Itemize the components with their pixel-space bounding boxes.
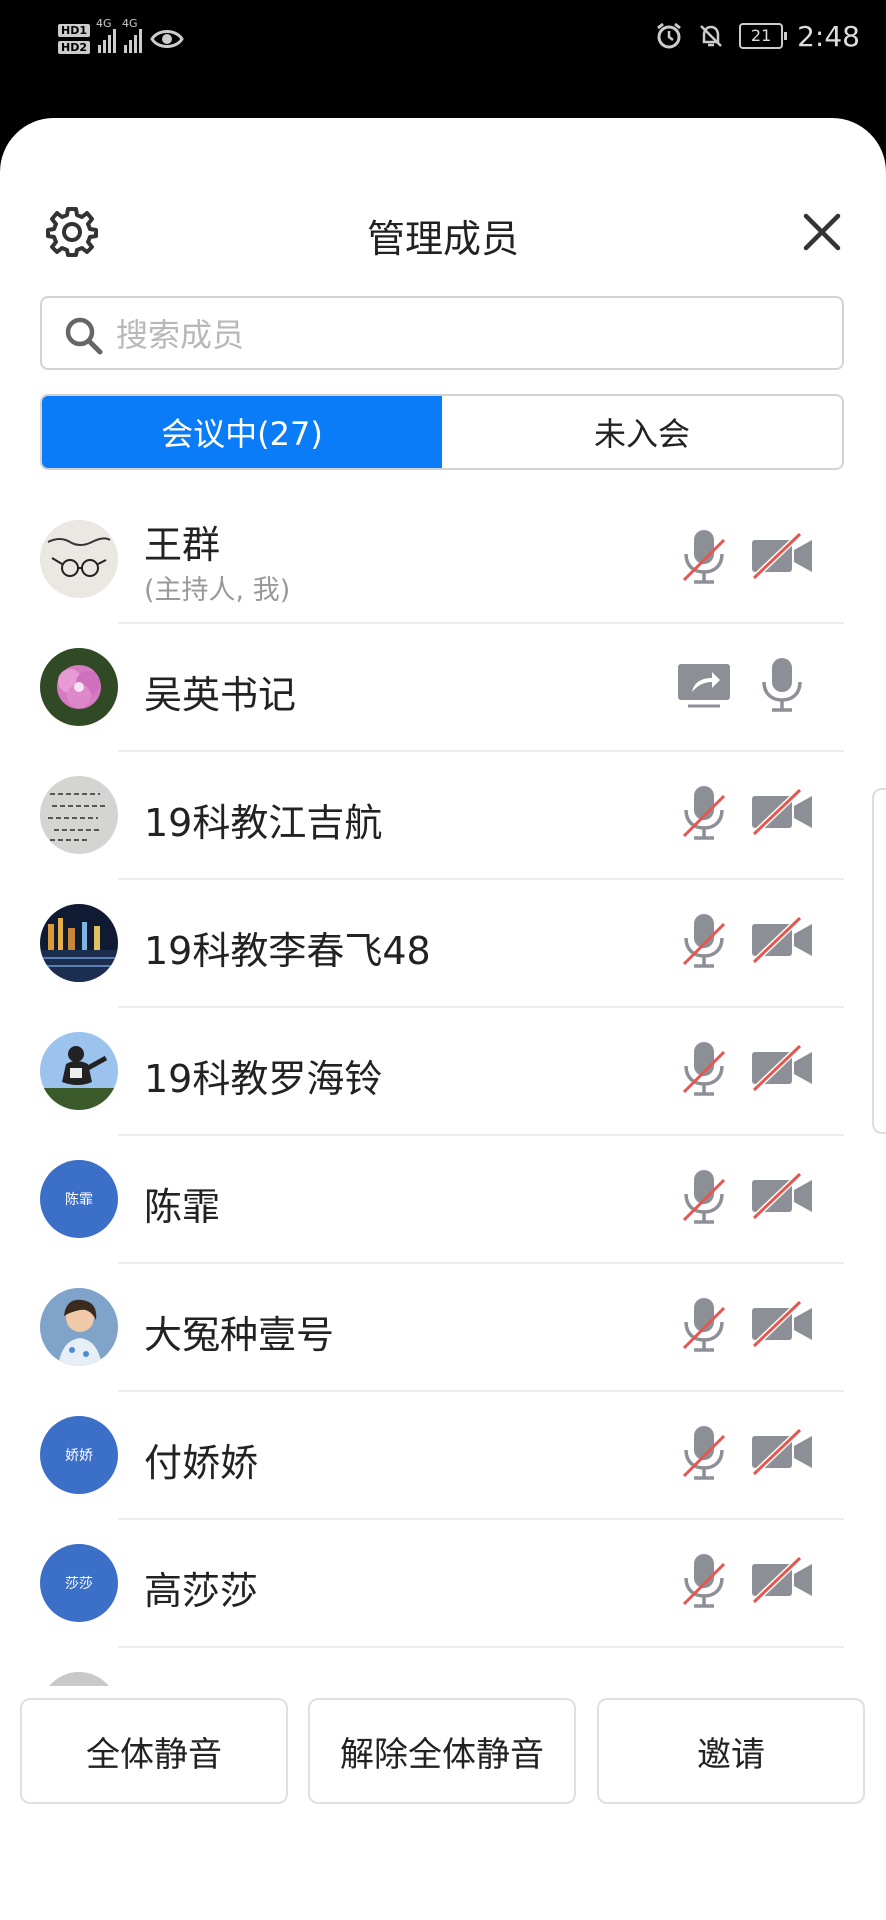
member-row[interactable]: 大冤种壹号: [0, 1264, 886, 1392]
member-name: 高莎莎: [144, 1569, 259, 1613]
member-row[interactable]: 王群 (主持人, 我): [0, 496, 886, 624]
mic-muted-icon[interactable]: [672, 1420, 736, 1484]
eye-icon: [150, 30, 184, 48]
camera-off-icon[interactable]: [750, 1420, 814, 1484]
bell-off-icon: [700, 25, 722, 47]
manage-members-sheet: 管理成员 会议中(27) 未入会 王群: [0, 118, 886, 1920]
member-row-partial[interactable]: [0, 1648, 886, 1686]
status-bar: HD1 HD2 4G 4G 21 2:48: [0, 0, 886, 118]
hd-indicators: HD1 HD2: [58, 24, 90, 54]
avatar: 莎莎: [40, 1544, 118, 1622]
camera-off-icon[interactable]: [750, 908, 814, 972]
mic-muted-icon[interactable]: [672, 1292, 736, 1356]
member-name: 19科教罗海铃: [144, 1057, 383, 1101]
camera-off-icon[interactable]: [750, 1036, 814, 1100]
battery-indicator: 21: [739, 23, 788, 49]
member-name: 王群: [144, 523, 221, 567]
mic-icon[interactable]: [750, 652, 814, 716]
avatar: [40, 1288, 118, 1366]
unmute-all-button[interactable]: 解除全体静音: [308, 1698, 576, 1804]
member-row[interactable]: 娇娇 付娇娇: [0, 1392, 886, 1520]
screen-share-icon: [678, 664, 730, 708]
camera-off-icon[interactable]: [750, 780, 814, 844]
camera-off-icon[interactable]: [750, 1548, 814, 1612]
sheet-header: 管理成员: [0, 188, 886, 268]
member-list[interactable]: 王群 (主持人, 我) 吴英书记 19科教江吉航 19科教李春飞48 19科教罗…: [0, 496, 886, 1686]
search-box[interactable]: [40, 296, 844, 370]
member-row[interactable]: 陈霏 陈霏: [0, 1136, 886, 1264]
invite-button[interactable]: 邀请: [597, 1698, 865, 1804]
tab-not-joined[interactable]: 未入会: [442, 396, 842, 468]
alarm-icon: [657, 22, 682, 49]
signal-icon: 4G: [96, 17, 116, 53]
mic-muted-icon[interactable]: [672, 780, 736, 844]
avatar: [40, 1032, 118, 1110]
member-tabs: 会议中(27) 未入会: [40, 394, 844, 470]
avatar: [40, 904, 118, 982]
search-icon: [65, 317, 103, 355]
status-right: 21 2:48: [655, 14, 860, 58]
member-name: 陈霏: [144, 1185, 221, 1229]
hd2-badge: HD2: [58, 41, 90, 54]
tab-in-meeting[interactable]: 会议中(27): [42, 396, 442, 468]
avatar: [40, 1672, 118, 1686]
mute-all-button[interactable]: 全体静音: [20, 1698, 288, 1804]
camera-off-icon[interactable]: [750, 1164, 814, 1228]
member-row[interactable]: 莎莎 高莎莎: [0, 1520, 886, 1648]
member-name: 19科教江吉航: [144, 801, 383, 845]
avatar: 陈霏: [40, 1160, 118, 1238]
camera-off-icon[interactable]: [750, 524, 814, 588]
member-row[interactable]: 19科教罗海铃: [0, 1008, 886, 1136]
member-row[interactable]: 吴英书记: [0, 624, 886, 752]
mic-muted-icon[interactable]: [672, 1548, 736, 1612]
member-row[interactable]: 19科教李春飞48: [0, 880, 886, 1008]
search-input[interactable]: [114, 310, 818, 360]
mic-muted-icon[interactable]: [672, 1036, 736, 1100]
scrollbar[interactable]: [872, 788, 886, 1134]
avatar: [40, 520, 118, 598]
close-icon[interactable]: [798, 208, 846, 256]
avatar: [40, 776, 118, 854]
signal-icon: 4G: [122, 17, 142, 53]
avatar: 娇娇: [40, 1416, 118, 1494]
member-name: 19科教李春飞48: [144, 929, 431, 973]
status-left: HD1 HD2 4G 4G: [58, 14, 184, 64]
mic-muted-icon[interactable]: [672, 1164, 736, 1228]
page-title: 管理成员: [366, 217, 519, 261]
member-name: 吴英书记: [144, 673, 297, 717]
mic-muted-icon[interactable]: [672, 524, 736, 588]
hd1-badge: HD1: [58, 24, 90, 37]
member-name: 大冤种壹号: [144, 1313, 335, 1357]
footer-actions: 全体静音 解除全体静音 邀请: [0, 1686, 886, 1920]
member-row[interactable]: 19科教江吉航: [0, 752, 886, 880]
signal1-label: 4G: [96, 17, 112, 30]
avatar: [40, 648, 118, 726]
member-role: (主持人, 我): [144, 575, 291, 606]
mic-muted-icon[interactable]: [672, 908, 736, 972]
member-name: 付娇娇: [144, 1441, 259, 1485]
clock: 2:48: [797, 19, 860, 53]
camera-off-icon[interactable]: [750, 1292, 814, 1356]
signal2-label: 4G: [122, 17, 138, 30]
